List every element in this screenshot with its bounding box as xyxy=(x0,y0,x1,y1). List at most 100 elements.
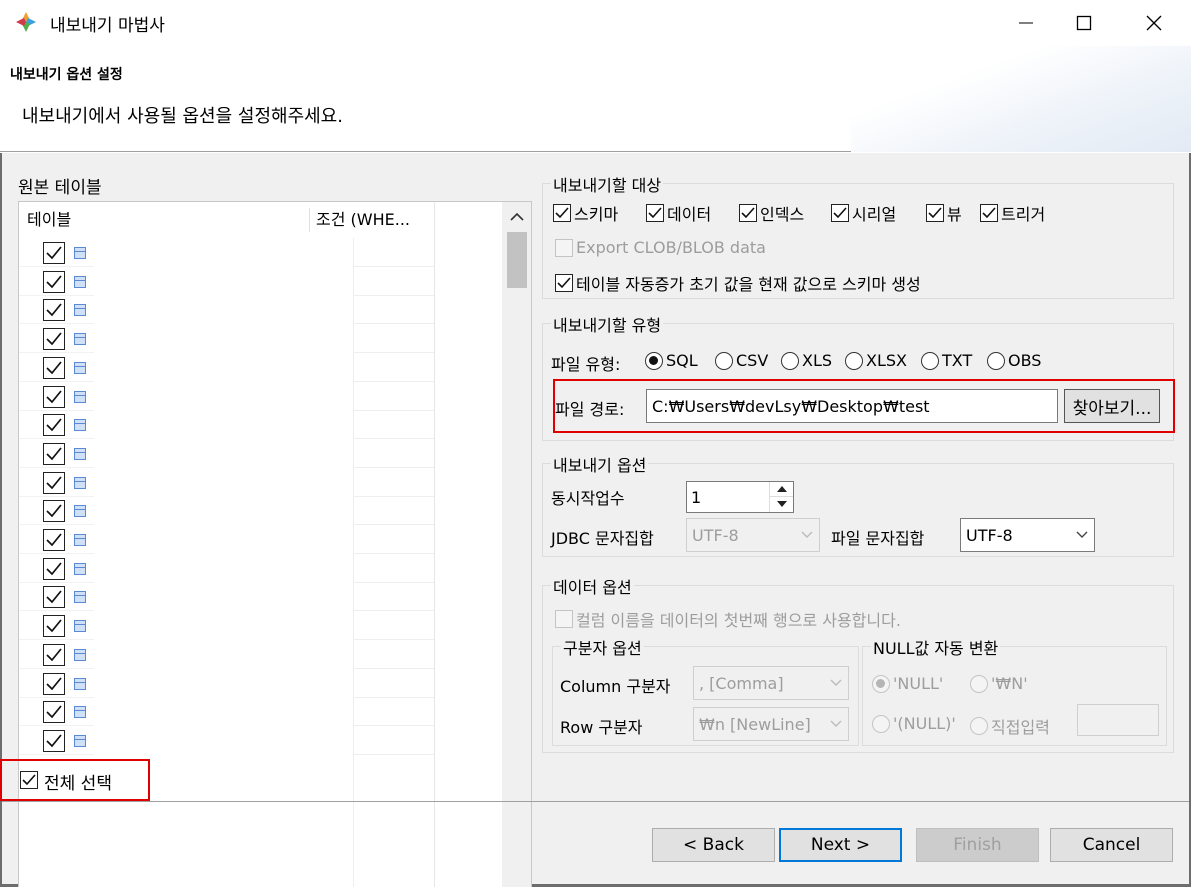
radio-button[interactable] xyxy=(845,351,863,370)
table-row[interactable] xyxy=(19,267,504,296)
row-checkbox[interactable] xyxy=(43,529,65,551)
target-option-3[interactable]: 시리얼 xyxy=(831,201,896,225)
table-row[interactable] xyxy=(19,669,504,698)
maximize-button[interactable] xyxy=(1055,0,1113,46)
browse-button[interactable]: 찾아보기... xyxy=(1064,389,1160,423)
stepper-buttons[interactable] xyxy=(769,482,793,512)
table-row[interactable] xyxy=(19,295,504,325)
column-header-checkbox[interactable] xyxy=(555,610,573,628)
row-checkbox[interactable] xyxy=(43,414,65,437)
target-checkbox[interactable] xyxy=(926,204,944,222)
table-row[interactable] xyxy=(19,496,504,526)
row-checkbox[interactable] xyxy=(43,385,65,408)
radio-button[interactable] xyxy=(921,351,939,370)
table-row[interactable] xyxy=(19,468,504,497)
row-checkbox[interactable] xyxy=(43,270,65,293)
file-type-option-4[interactable]: TXT xyxy=(921,351,972,370)
radio-button[interactable] xyxy=(781,351,799,370)
file-type-option-2[interactable]: XLS xyxy=(781,351,832,370)
radio-button[interactable] xyxy=(872,674,890,693)
minimize-button[interactable] xyxy=(997,0,1055,46)
jdbc-charset-select[interactable]: UTF-8 xyxy=(686,518,820,552)
target-option-1[interactable]: 데이터 xyxy=(646,201,711,225)
radio-button[interactable] xyxy=(645,351,663,370)
table-scrollbar[interactable] xyxy=(502,202,531,887)
null-option-3[interactable]: 직접입력 xyxy=(970,714,1050,738)
table-row[interactable] xyxy=(19,554,504,583)
row-checkbox[interactable] xyxy=(43,586,65,609)
null-option-2[interactable]: '(NULL)' xyxy=(872,714,956,733)
row-checkbox[interactable] xyxy=(43,500,65,523)
close-button[interactable] xyxy=(1125,0,1183,46)
back-button[interactable]: < Back xyxy=(652,828,775,862)
table-row[interactable] xyxy=(19,410,504,440)
finish-button[interactable]: Finish xyxy=(916,828,1039,862)
target-option-2[interactable]: 인덱스 xyxy=(739,201,804,225)
row-checkbox[interactable] xyxy=(43,242,65,264)
file-path-input[interactable]: C:₩Users₩devLsy₩Desktop₩test xyxy=(646,389,1058,423)
cancel-button[interactable]: Cancel xyxy=(1050,828,1173,862)
radio-button[interactable] xyxy=(970,717,988,735)
table-row[interactable] xyxy=(19,726,504,755)
table-row[interactable] xyxy=(19,324,504,354)
radio-button[interactable] xyxy=(987,351,1005,370)
next-button[interactable]: Next > xyxy=(779,828,902,862)
radio-button[interactable] xyxy=(872,714,890,733)
stepper-up-button[interactable] xyxy=(770,482,793,497)
scroll-up-button[interactable] xyxy=(502,202,531,232)
row-checkbox[interactable] xyxy=(43,729,65,752)
row-delimiter-select[interactable]: ₩n [NewLine] xyxy=(693,707,849,741)
row-checkbox[interactable] xyxy=(43,471,65,494)
select-all-label[interactable]: 전체 선택 xyxy=(44,769,112,794)
row-checkbox[interactable] xyxy=(43,672,65,695)
table-row[interactable] xyxy=(19,439,504,468)
table-row[interactable] xyxy=(19,697,504,727)
target-checkbox[interactable] xyxy=(980,204,998,222)
table-row[interactable] xyxy=(19,353,504,382)
file-type-option-3[interactable]: XLSX xyxy=(845,351,907,370)
table-row[interactable] xyxy=(19,238,504,267)
column-divider[interactable] xyxy=(309,208,310,232)
row-checkbox[interactable] xyxy=(43,299,65,322)
null-option-1[interactable]: '₩N' xyxy=(970,674,1028,693)
target-option-4[interactable]: 뷰 xyxy=(926,201,962,225)
target-option-5[interactable]: 트리거 xyxy=(980,201,1045,225)
file-type-option-1[interactable]: CSV xyxy=(715,351,768,370)
threads-stepper[interactable]: 1 xyxy=(686,481,794,513)
column-header-condition[interactable]: 조건 (WHE... xyxy=(316,202,410,238)
auto-increment-option[interactable]: 테이블 자동증가 초기 값을 현재 값으로 스키마 생성 xyxy=(555,271,921,295)
table-row[interactable] xyxy=(19,525,504,554)
row-checkbox[interactable] xyxy=(43,328,65,351)
select-all-checkbox[interactable] xyxy=(20,771,38,789)
custom-null-input[interactable] xyxy=(1077,704,1159,736)
table-row[interactable] xyxy=(19,582,504,612)
table-row[interactable] xyxy=(19,640,504,669)
row-checkbox[interactable] xyxy=(43,557,65,580)
scroll-thumb[interactable] xyxy=(507,232,527,288)
column-header-table[interactable]: 테이블 xyxy=(27,202,71,238)
table-row[interactable] xyxy=(19,382,504,411)
stepper-down-button[interactable] xyxy=(770,497,793,511)
null-option-0[interactable]: 'NULL' xyxy=(872,674,943,693)
file-charset-select[interactable]: UTF-8 xyxy=(960,518,1095,552)
column-delimiter-select[interactable]: , [Comma] xyxy=(693,666,849,700)
target-checkbox[interactable] xyxy=(831,204,849,222)
auto-increment-checkbox[interactable] xyxy=(555,274,573,292)
row-checkbox[interactable] xyxy=(43,615,65,638)
column-header-option[interactable]: 컬럼 이름을 데이터의 첫번째 행으로 사용합니다. xyxy=(555,607,901,631)
file-type-option-5[interactable]: OBS xyxy=(987,351,1041,370)
radio-button[interactable] xyxy=(715,351,733,370)
row-checkbox[interactable] xyxy=(43,643,65,666)
radio-button[interactable] xyxy=(970,674,988,693)
scroll-down-button[interactable] xyxy=(502,876,531,887)
target-checkbox[interactable] xyxy=(646,204,664,222)
target-option-0[interactable]: 스키마 xyxy=(553,201,618,225)
table-row[interactable] xyxy=(19,611,504,641)
file-type-option-0[interactable]: SQL xyxy=(645,351,698,370)
row-checkbox[interactable] xyxy=(43,442,65,465)
row-checkbox[interactable] xyxy=(43,356,65,379)
export-lob-checkbox[interactable] xyxy=(555,238,573,257)
export-lob-option[interactable]: Export CLOB/BLOB data xyxy=(555,238,766,257)
target-checkbox[interactable] xyxy=(739,204,757,222)
target-checkbox[interactable] xyxy=(553,204,571,222)
